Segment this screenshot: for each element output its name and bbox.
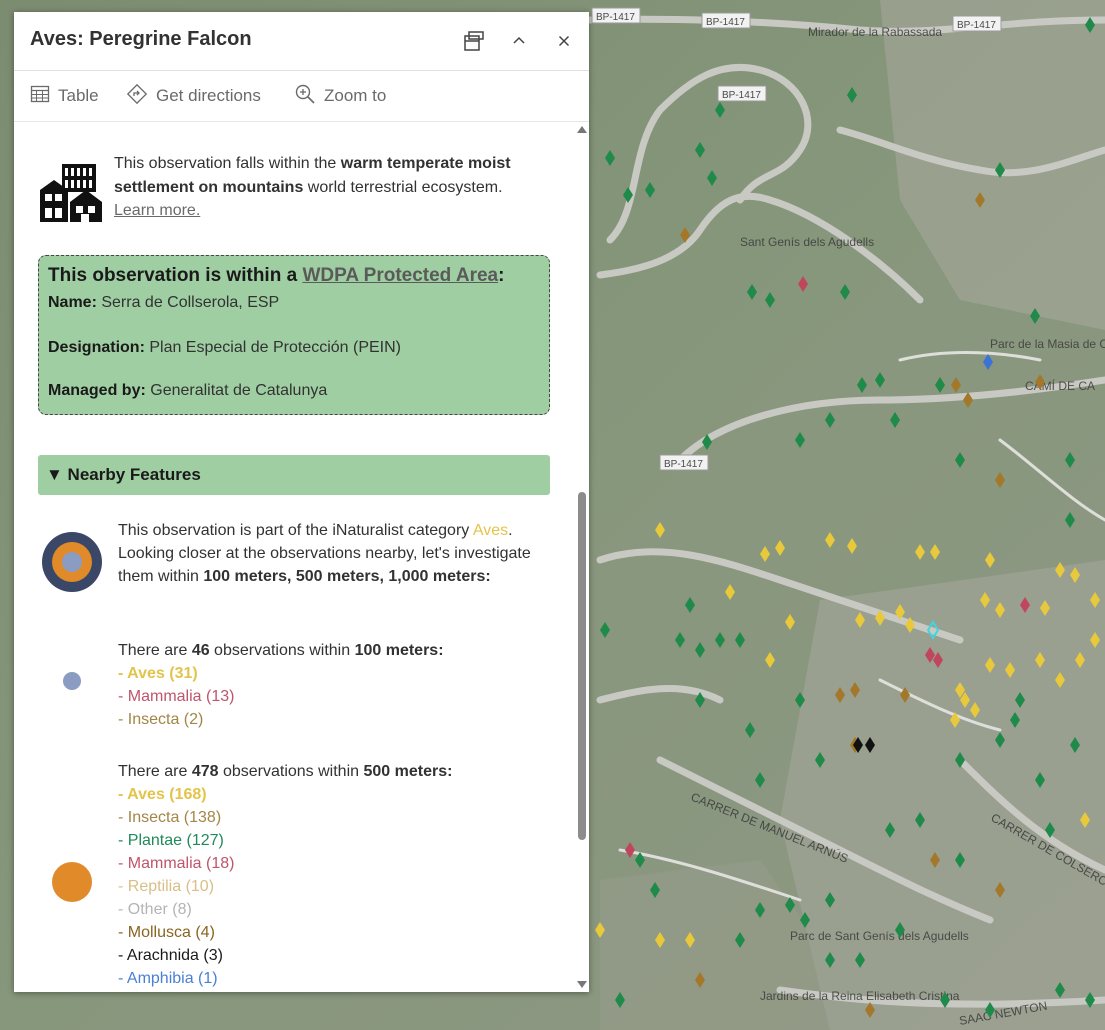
chevron-up-icon: [507, 29, 531, 53]
category-count-item: - Mammalia (18): [118, 855, 235, 872]
popup-scrollbar[interactable]: [576, 122, 588, 992]
close-button[interactable]: [552, 29, 576, 53]
category-count-item: - Mammalia (13): [118, 688, 235, 705]
scroll-up-arrow[interactable]: [577, 126, 587, 133]
block-500-summary: There are 478 observations within 500 me…: [118, 760, 452, 783]
popup-title: Aves: Peregrine Falcon: [30, 28, 252, 50]
popup-content[interactable]: This observation falls within the warm t…: [14, 122, 574, 992]
svg-text:BP-1417: BP-1417: [664, 459, 703, 470]
road-label: BP-1417: [591, 7, 641, 24]
wdpa-name-label: Name:: [48, 294, 97, 311]
svg-text:BP-1417: BP-1417: [722, 90, 761, 101]
table-button[interactable]: Table: [30, 84, 99, 108]
category-count-item: - Reptilia (10): [118, 878, 215, 895]
category-count-item: - Fungi (1): [118, 990, 452, 992]
place-label: CAMÍ DE CA: [1025, 378, 1095, 393]
block-100-meters: There are 46 observations within 100 met…: [118, 639, 444, 731]
popup-toolbar: Table Get directions Zoom to: [14, 71, 589, 122]
wdpa-title: This observation is within a WDPA Protec…: [48, 265, 504, 287]
learn-more-link[interactable]: Learn more.: [114, 202, 200, 219]
wdpa-title-colon: :: [498, 265, 505, 286]
category-count-item: - Other (8): [118, 901, 192, 918]
summary-count: 46: [191, 642, 210, 659]
svg-text:BP-1417: BP-1417: [596, 12, 635, 23]
category-count-item: - Plantae (127): [118, 832, 224, 849]
collapse-button[interactable]: [507, 29, 531, 53]
wdpa-managed-value: Generalitat de Catalunya: [145, 382, 328, 399]
radius-100-marker: [63, 672, 81, 690]
zoom-to-button[interactable]: Zoom to: [294, 84, 386, 108]
ecosystem-description: This observation falls within the warm t…: [114, 152, 534, 223]
category-count-item: - Arachnida (3): [118, 947, 223, 964]
wdpa-name-row: Name: Serra de Collserola, ESP: [48, 294, 279, 312]
summary-text: There are: [118, 642, 192, 659]
wdpa-designation-value: Plan Especial de Protección (PEIN): [144, 339, 402, 356]
category-target-icon: [42, 532, 102, 592]
scrollbar-thumb[interactable]: [578, 492, 586, 840]
wdpa-designation-row: Designation: Plan Especial de Protección…: [48, 339, 401, 357]
summary-text: observations within: [218, 763, 364, 780]
scroll-down-arrow[interactable]: [577, 981, 587, 988]
road-label: BP-1417: [717, 85, 767, 102]
dock-button[interactable]: [462, 29, 486, 53]
summary-distance: 100 meters:: [354, 642, 444, 659]
place-label: Parc de la Masia de Can Soler: [990, 337, 1105, 351]
wdpa-managed-row: Managed by: Generalitat de Catalunya: [48, 382, 327, 400]
buildings-icon: [40, 162, 102, 224]
zoom-to-icon: [294, 83, 324, 110]
category-count-item: - Insecta (2): [118, 711, 204, 728]
category-count-item: - Insecta (138): [118, 809, 222, 826]
summary-count: 478: [191, 763, 219, 780]
category-count-item: - Aves (168): [118, 786, 207, 803]
place-label: Mirador de la Rabassada: [808, 25, 942, 39]
block-100-summary: There are 46 observations within 100 met…: [118, 639, 444, 662]
place-label: Sant Genís dels Agudells: [740, 235, 874, 249]
wdpa-name-value: Serra de Collserola, ESP: [96, 294, 280, 311]
intro-text: This observation is part of the iNatural…: [118, 522, 473, 539]
dock-icon: [462, 29, 486, 53]
summary-text: There are: [118, 763, 192, 780]
category-count-item: - Amphibia (1): [118, 970, 218, 987]
nearby-features-toggle[interactable]: ▼ Nearby Features: [38, 455, 550, 495]
table-icon: [30, 84, 58, 109]
road-label: BP-1417: [701, 12, 751, 29]
feature-popup: Aves: Peregrine Falcon Table Get directi…: [14, 12, 589, 992]
close-icon: [552, 29, 576, 53]
intro-distances: 100 meters, 500 meters, 1,000 meters:: [203, 568, 491, 585]
nearby-features-header: ▼ Nearby Features: [46, 465, 201, 484]
intro-category: Aves: [472, 522, 509, 539]
wdpa-managed-label: Managed by:: [48, 382, 146, 399]
ecosystem-text-suffix: world terrestrial ecosystem.: [303, 178, 503, 196]
table-label: Table: [58, 86, 99, 105]
svg-text:BP-1417: BP-1417: [957, 20, 996, 31]
zoom-to-label: Zoom to: [324, 86, 387, 105]
wdpa-link[interactable]: WDPA Protected Area: [302, 265, 498, 286]
wdpa-designation-label: Designation:: [48, 339, 145, 356]
road-label: BP-1417: [659, 454, 709, 471]
summary-text: observations within: [209, 642, 355, 659]
get-directions-button[interactable]: Get directions: [126, 83, 261, 110]
wdpa-title-text: This observation is within a: [48, 265, 303, 286]
road-label: BP-1417: [952, 15, 1002, 32]
place-label: Jardins de la Reina Elisabeth Cristina: [760, 989, 960, 1003]
category-count-item: - Mollusca (4): [118, 924, 215, 941]
block-500-meters: There are 478 observations within 500 me…: [118, 760, 452, 992]
ecosystem-text: This observation falls within the: [114, 155, 341, 172]
radius-500-marker: [52, 862, 92, 902]
svg-text:BP-1417: BP-1417: [706, 17, 745, 28]
get-directions-label: Get directions: [156, 86, 261, 105]
inaturalist-intro: This observation is part of the iNatural…: [118, 519, 548, 588]
popup-header: Aves: Peregrine Falcon: [14, 12, 589, 71]
wdpa-protected-area-box: This observation is within a WDPA Protec…: [38, 255, 550, 415]
directions-icon: [126, 83, 156, 110]
summary-distance: 500 meters:: [363, 763, 453, 780]
category-count-item: - Aves (31): [118, 665, 198, 682]
place-label: Parc de Sant Genís dels Agudells: [790, 929, 969, 943]
